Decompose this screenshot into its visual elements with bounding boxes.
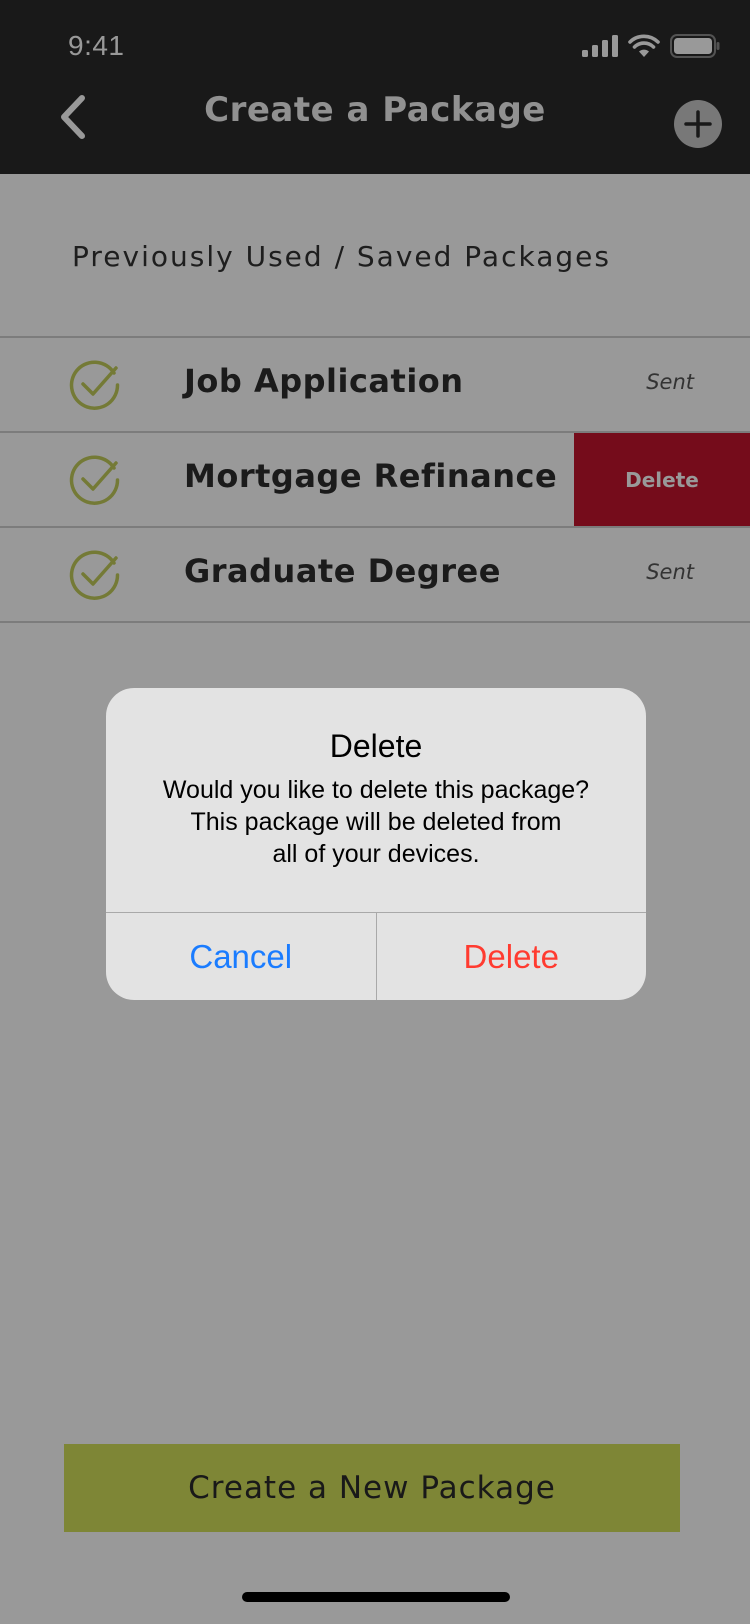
alert-message: Would you like to delete this package? T… [136,774,616,870]
home-indicator[interactable] [242,1592,510,1602]
alert-message-line: all of your devices. [272,840,480,868]
alert-title: Delete [329,728,423,764]
screen: 9:41 Create a Package Previously Used / … [0,0,750,1624]
delete-alert-dialog: Delete Would you like to delete this pac… [106,688,646,1000]
alert-delete-button[interactable]: Delete [377,913,647,1000]
alert-cancel-button[interactable]: Cancel [106,913,377,1000]
alert-message-line: This package will be deleted from [190,808,562,836]
alert-message-line: Would you like to delete this package? [162,776,590,804]
alert-actions: Cancel Delete [106,912,646,1000]
